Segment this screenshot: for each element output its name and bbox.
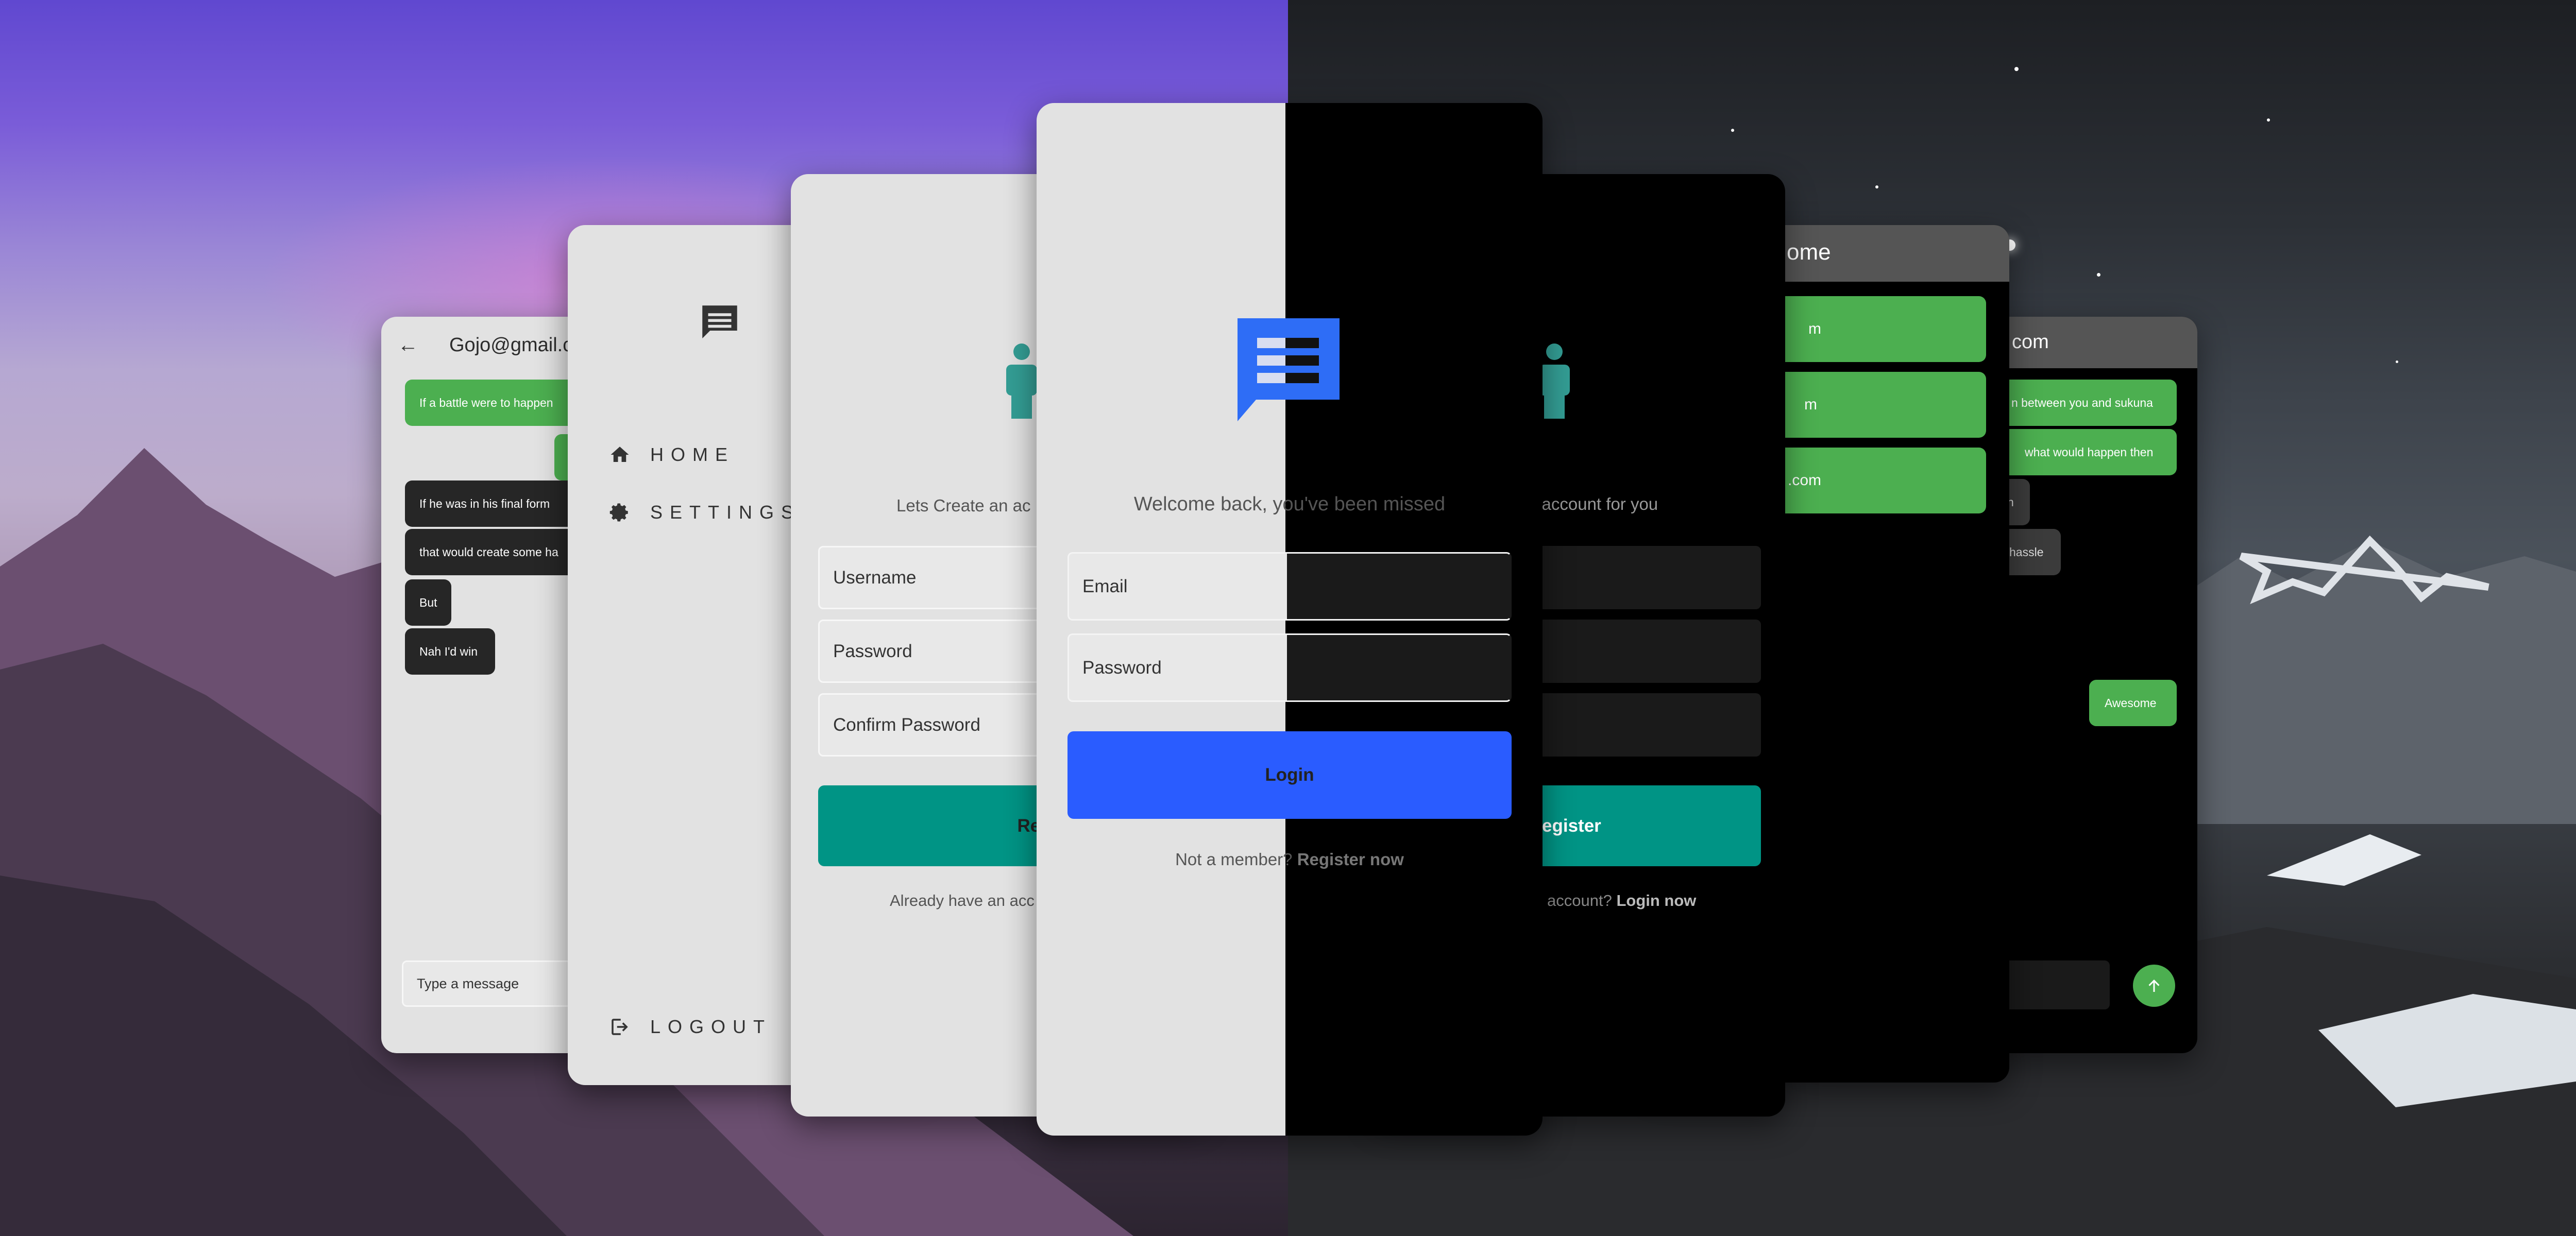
message-bubble: If he was in his final form [405,480,590,527]
user-tile-label: .com [1788,472,1822,489]
message-bubble: n between you and sukuna [1989,380,2177,426]
chat-logo-icon [1238,318,1340,421]
register-prompt: Not a member? Register now [1175,850,1404,869]
chat-title-dark: com [2012,331,2049,353]
user-tile-label: m [1804,396,1817,413]
chat-title: Gojo@gmail.co [449,334,584,356]
password-field[interactable]: Password [1067,633,1512,702]
send-button[interactable] [2133,965,2175,1007]
drawer-item-home[interactable]: HOME [609,444,735,466]
logout-icon [612,1019,628,1035]
login-prompt-dark: account? Login now [1547,891,1697,909]
register-now-link[interactable]: Register now [1297,850,1404,869]
home-title: ome [1787,239,1831,265]
message-bubble: what would happen then [1989,429,2177,475]
register-welcome-text-dark: n account for you [1528,494,1658,513]
login-button[interactable]: Login [1067,731,1512,819]
register-welcome-text: Lets Create an ac [896,496,1031,515]
chat-logo-icon [702,305,737,338]
back-arrow-icon[interactable]: ← [398,334,429,357]
person-icon [1006,344,1037,419]
message-bubble: But [405,579,451,626]
app-logo [1238,318,1340,421]
login-button-label: Login [1265,765,1314,785]
user-tile-label: m [1808,320,1821,337]
email-field[interactable]: Email [1067,552,1512,621]
login-prompt-text: Already have an acc [890,891,1035,909]
register-button-label-dark: egister [1542,815,1601,836]
message-bubble: Awesome [2089,680,2177,726]
message-bubble: that would create some ha [405,529,590,575]
arrow-up-icon [2148,980,2160,992]
login-welcome-text: Welcome back, you've been missed [1133,493,1446,515]
drawer-item-settings[interactable]: SETTINGS [609,502,801,523]
email-label: Email [1082,576,1128,596]
drawer-item-label: SETTINGS [650,502,801,523]
message-bubble: Nah I'd win [405,628,495,675]
logout-button[interactable]: LOGOUT [609,1016,772,1038]
message-bubble: If a battle were to happen [405,380,590,426]
gear-icon [609,503,628,522]
login-screen: Welcome back, you've been missed Email P… [1037,103,1543,1136]
login-now-link[interactable]: Login now [1616,891,1696,909]
drawer-item-label: HOME [650,444,735,465]
logout-label: LOGOUT [650,1016,772,1037]
home-icon [611,447,629,462]
password-label: Password [1082,657,1162,678]
